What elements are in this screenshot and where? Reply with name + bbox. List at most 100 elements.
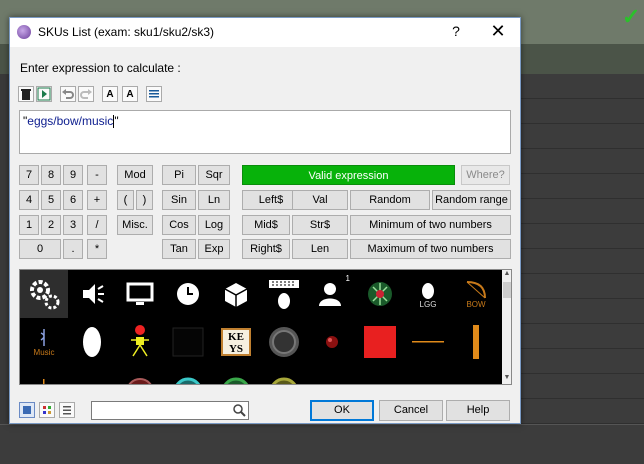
panel-icon-3[interactable] bbox=[452, 366, 500, 384]
key-decimal[interactable]: . bbox=[63, 239, 83, 259]
help-title-button[interactable]: ? bbox=[446, 23, 466, 39]
key-multiply[interactable]: * bbox=[87, 239, 107, 259]
where-button[interactable]: Where? bbox=[461, 165, 510, 185]
orange-line-icon[interactable] bbox=[404, 318, 452, 366]
small-icons-view-icon[interactable] bbox=[39, 402, 55, 418]
val-button[interactable]: Val bbox=[292, 190, 348, 210]
egg-icon[interactable]: LGG bbox=[404, 270, 452, 318]
red-button-icon[interactable] bbox=[116, 366, 164, 384]
mid-button[interactable]: Mid$ bbox=[242, 215, 290, 235]
help-button[interactable]: Help bbox=[446, 400, 510, 421]
white-egg-icon[interactable] bbox=[68, 318, 116, 366]
random-range-button[interactable]: Random range bbox=[432, 190, 511, 210]
gallery-scrollbar[interactable]: ▲ ▼ bbox=[502, 270, 511, 384]
circuit-icon[interactable] bbox=[356, 270, 404, 318]
keyboard-mouse-icon[interactable] bbox=[260, 270, 308, 318]
key-0[interactable]: 0 bbox=[19, 239, 61, 259]
key-6[interactable]: 6 bbox=[63, 190, 83, 210]
right-button[interactable]: Right$ bbox=[242, 239, 290, 259]
dial-icon[interactable] bbox=[260, 318, 308, 366]
sin-button[interactable]: Sin bbox=[162, 190, 196, 210]
play-icon[interactable] bbox=[36, 86, 52, 102]
key-2[interactable]: 2 bbox=[41, 215, 61, 235]
key-9[interactable]: 9 bbox=[63, 165, 83, 185]
expression-value: eggs/bow/music bbox=[27, 114, 114, 128]
font-smaller-icon[interactable]: A bbox=[102, 86, 118, 102]
exp-button[interactable]: Exp bbox=[198, 239, 230, 259]
trash-icon[interactable] bbox=[18, 86, 34, 102]
dialog-title: SKUs List (exam: sku1/sku2/sk3) bbox=[38, 25, 215, 39]
figure-icon[interactable] bbox=[116, 318, 164, 366]
pi-button[interactable]: Pi bbox=[162, 165, 196, 185]
ok-button[interactable]: OK bbox=[310, 400, 374, 421]
clock-icon[interactable] bbox=[164, 270, 212, 318]
bow-icon[interactable]: BOW bbox=[452, 270, 500, 318]
close-quote: " bbox=[114, 114, 119, 128]
paren-open-button[interactable]: ( bbox=[117, 190, 134, 210]
bow-label: BOW bbox=[466, 299, 486, 309]
minimum-button[interactable]: Minimum of two numbers bbox=[350, 215, 511, 235]
gears-icon[interactable] bbox=[20, 270, 68, 318]
green-button-icon[interactable] bbox=[212, 366, 260, 384]
teal-button-icon[interactable] bbox=[164, 366, 212, 384]
wrap-icon[interactable] bbox=[146, 86, 162, 102]
redo-icon[interactable] bbox=[78, 86, 94, 102]
scroll-thumb[interactable] bbox=[503, 282, 511, 298]
key-5[interactable]: 5 bbox=[41, 190, 61, 210]
keys-text-bottom: YS bbox=[228, 343, 244, 355]
orange-bar-icon[interactable] bbox=[452, 318, 500, 366]
len-button[interactable]: Len bbox=[292, 239, 348, 259]
key-8[interactable]: 8 bbox=[41, 165, 61, 185]
keys-icon[interactable]: KE YS bbox=[212, 318, 260, 366]
scroll-up-icon[interactable]: ▲ bbox=[502, 270, 511, 277]
key-4[interactable]: 4 bbox=[19, 190, 39, 210]
expression-prompt-label: Enter expression to calculate : bbox=[20, 61, 181, 75]
mod-button[interactable]: Mod bbox=[117, 165, 153, 185]
music-icon[interactable]: Music bbox=[20, 318, 68, 366]
red-dot-icon[interactable] bbox=[308, 318, 356, 366]
undo-icon[interactable] bbox=[60, 86, 76, 102]
misc-button[interactable]: Misc. bbox=[117, 215, 153, 235]
key-1[interactable]: 1 bbox=[19, 215, 39, 235]
cos-button[interactable]: Cos bbox=[162, 215, 196, 235]
maximum-button[interactable]: Maximum of two numbers bbox=[350, 239, 511, 259]
ln-button[interactable]: Ln bbox=[198, 190, 230, 210]
orange-stick-icon[interactable] bbox=[20, 366, 68, 384]
panel-icon-2[interactable] bbox=[404, 366, 452, 384]
search-icon[interactable] bbox=[232, 403, 246, 417]
key-3[interactable]: 3 bbox=[63, 215, 83, 235]
log-button[interactable]: Log bbox=[198, 215, 230, 235]
valid-expression-status: Valid expression bbox=[242, 165, 455, 185]
close-button[interactable]: ✕ bbox=[486, 21, 510, 42]
plant-icon[interactable] bbox=[308, 366, 356, 384]
monitor-icon[interactable] bbox=[116, 270, 164, 318]
large-icons-view-icon[interactable] bbox=[19, 402, 35, 418]
user-icon[interactable]: 1 bbox=[308, 270, 356, 318]
keys-text-top: KE bbox=[228, 331, 244, 343]
black-square-icon[interactable] bbox=[164, 318, 212, 366]
olive-button-icon[interactable] bbox=[260, 366, 308, 384]
music-label: Music bbox=[33, 347, 55, 357]
search-input[interactable] bbox=[91, 401, 249, 420]
speaker-icon[interactable] bbox=[68, 270, 116, 318]
sqr-button[interactable]: Sqr bbox=[198, 165, 230, 185]
key-minus[interactable]: - bbox=[87, 165, 107, 185]
paren-close-button[interactable]: ) bbox=[136, 190, 153, 210]
cube-icon[interactable] bbox=[212, 270, 260, 318]
cancel-button[interactable]: Cancel bbox=[379, 400, 443, 421]
key-divide[interactable]: / bbox=[87, 215, 107, 235]
scroll-down-icon[interactable]: ▼ bbox=[502, 374, 511, 381]
icon-gallery[interactable]: 1 LGG BOW Music KE YS ▲ ▼ bbox=[19, 269, 512, 385]
panel-icon-1[interactable] bbox=[356, 366, 404, 384]
key-plus[interactable]: + bbox=[87, 190, 107, 210]
str-button[interactable]: Str$ bbox=[292, 215, 348, 235]
checkmark-icon: ✓ bbox=[622, 4, 641, 29]
random-button[interactable]: Random bbox=[350, 190, 430, 210]
red-square-icon[interactable] bbox=[356, 318, 404, 366]
tan-button[interactable]: Tan bbox=[162, 239, 196, 259]
font-larger-icon[interactable]: A bbox=[122, 86, 138, 102]
expression-text: "eggs/bow/music" bbox=[23, 114, 119, 129]
list-view-icon[interactable] bbox=[59, 402, 75, 418]
expression-input[interactable]: "eggs/bow/music" bbox=[19, 110, 511, 154]
key-7[interactable]: 7 bbox=[19, 165, 39, 185]
